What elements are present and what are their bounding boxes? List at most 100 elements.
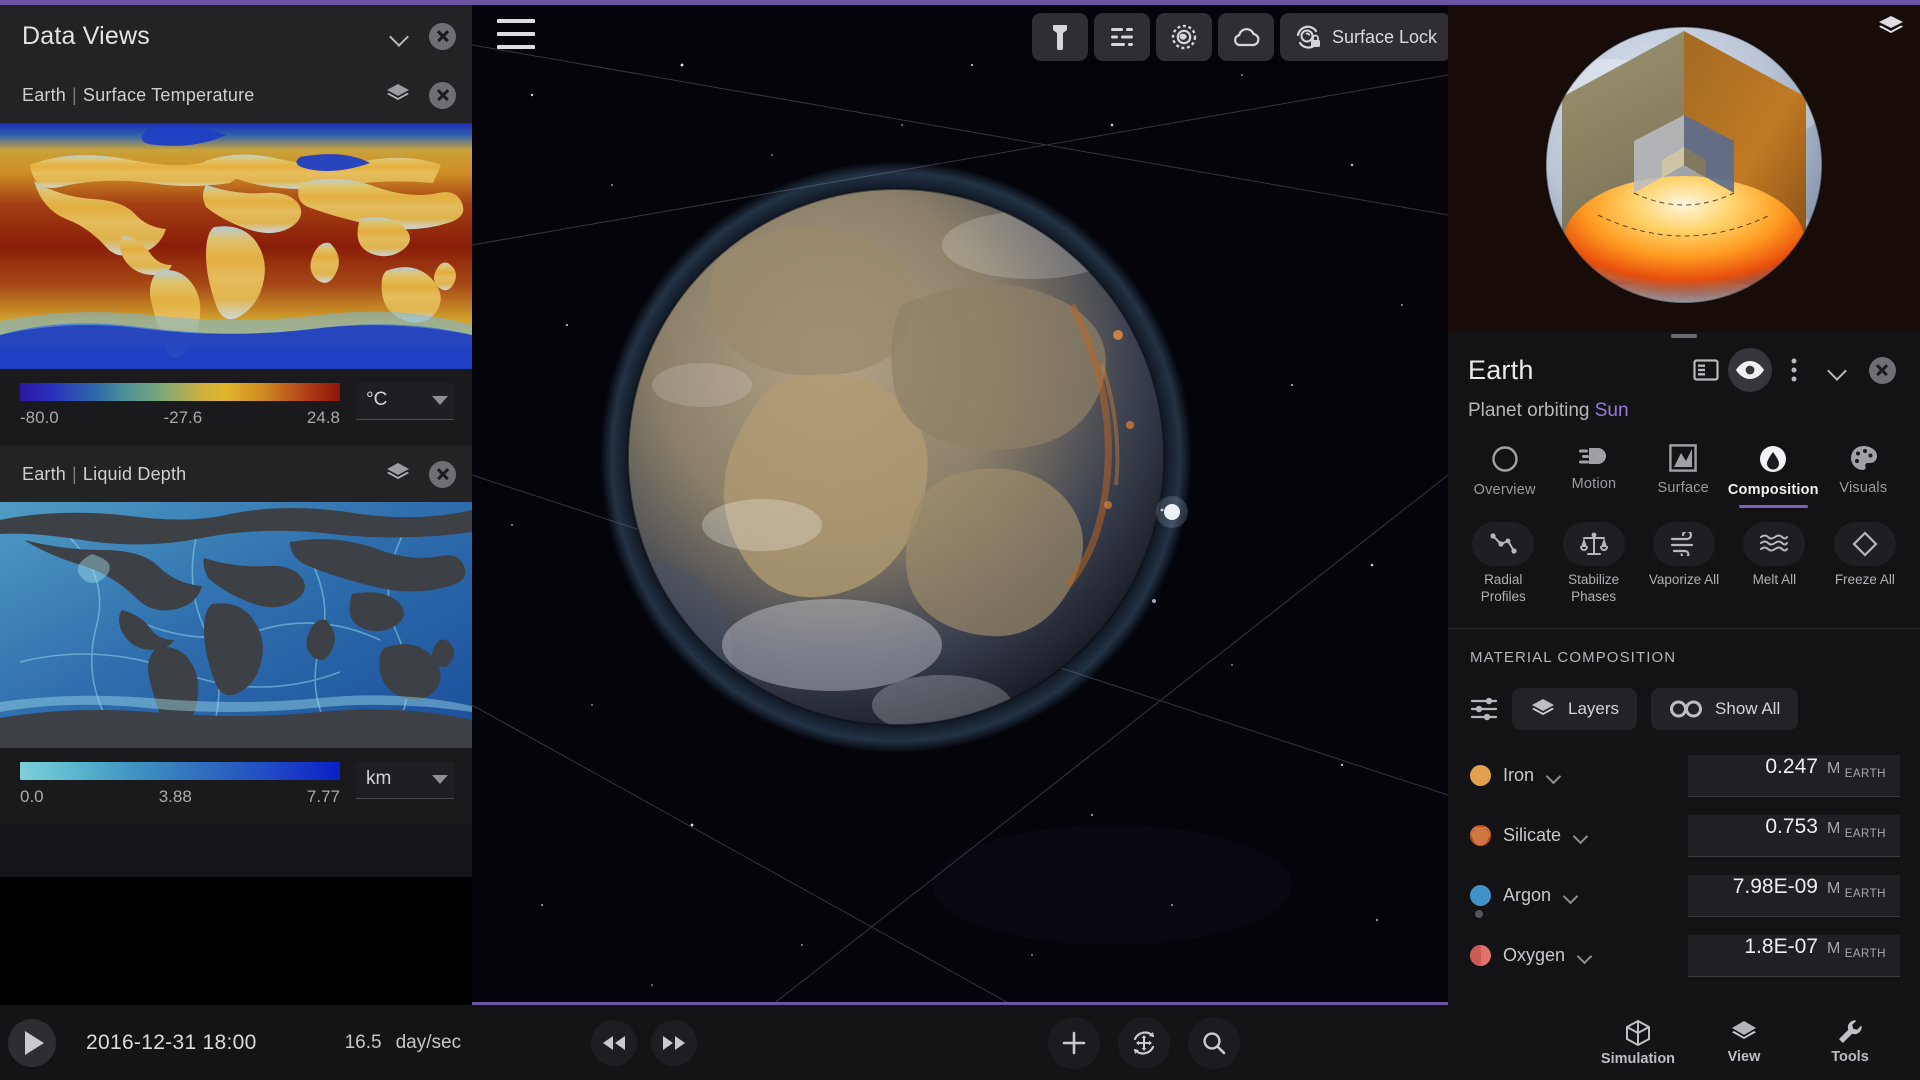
depth-unit-select[interactable]: km <box>356 762 454 799</box>
view-menu-button[interactable]: View <box>1696 1019 1792 1067</box>
layers-icon[interactable] <box>1876 13 1906 43</box>
toolbar-radiation-button[interactable] <box>1156 13 1212 61</box>
surface-icon <box>1669 444 1698 472</box>
tab-label: Composition <box>1727 482 1819 498</box>
material-row: Oxygen 1.8E-07 M EARTH <box>1470 926 1900 986</box>
tab-motion[interactable]: Motion <box>1549 436 1638 508</box>
tab-visuals[interactable]: Visuals <box>1819 436 1908 508</box>
toolbar-flashlight-button[interactable] <box>1032 13 1088 61</box>
inspector-header: Earth <box>1448 332 1920 392</box>
material-list: Iron 0.247 M EARTH Silicate 0.753 M EART… <box>1448 730 1920 986</box>
material-value-field[interactable]: 7.98E-09 M EARTH <box>1688 874 1900 917</box>
tools-menu-button[interactable]: Tools <box>1802 1019 1898 1067</box>
liquid-depth-world-map[interactable] <box>0 502 472 748</box>
material-value-field[interactable]: 1.8E-07 M EARTH <box>1688 934 1900 977</box>
action-radial-profiles[interactable]: Radial Profiles <box>1458 522 1548 606</box>
close-data-view-close-icon[interactable] <box>429 81 456 109</box>
orbit-move-button[interactable] <box>1117 1016 1170 1069</box>
parent-body-link[interactable]: Sun <box>1595 400 1629 421</box>
fast-forward-button[interactable] <box>651 1019 698 1066</box>
rewind-button[interactable] <box>591 1019 638 1066</box>
scale-max-label: 24.8 <box>306 408 340 427</box>
simulation-datetime[interactable]: 2016-12-31 18:00 <box>86 1031 257 1055</box>
more-options-button[interactable] <box>1772 348 1816 392</box>
material-row: Iron 0.247 M EARTH <box>1470 746 1900 806</box>
layers-icon <box>1731 1020 1756 1039</box>
waves-icon <box>1760 534 1789 552</box>
material-identity: Oxygen <box>1470 945 1688 967</box>
scale-mid-label: -27.6 <box>163 408 203 427</box>
tab-label: Visuals <box>1839 480 1888 496</box>
play-button[interactable] <box>8 1018 56 1067</box>
menu-button[interactable] <box>497 19 535 49</box>
layers-icon[interactable] <box>385 461 411 487</box>
add-object-button[interactable] <box>1047 1016 1100 1069</box>
tab-label: Overview <box>1473 482 1536 498</box>
material-identity: Iron <box>1470 765 1688 787</box>
data-view-metric: Surface Temperature <box>82 84 255 105</box>
page-title: Earth <box>1468 354 1534 385</box>
button-label: Tools <box>1831 1048 1869 1065</box>
action-icon-wrap <box>1743 522 1806 566</box>
layers-icon <box>1532 698 1554 715</box>
search-button[interactable] <box>1187 1016 1240 1069</box>
info-panel-icon <box>1693 359 1719 381</box>
rings-detail <box>1470 827 1491 846</box>
action-label: Stabilize Phases <box>1568 572 1620 604</box>
material-value-field[interactable]: 0.753 M EARTH <box>1688 814 1900 857</box>
toolbar-cloud-button[interactable] <box>1218 13 1274 61</box>
material-row: Argon 7.98E-09 M EARTH <box>1470 866 1900 926</box>
object-subtitle: Planet orbiting Sun <box>1448 392 1920 422</box>
action-freeze-all[interactable]: Freeze All <box>1820 522 1910 606</box>
data-view-body: Earth <box>22 84 67 105</box>
layers-icon[interactable] <box>385 82 411 108</box>
visibility-toggle-button[interactable] <box>1728 348 1772 392</box>
show-all-button[interactable]: Show All <box>1651 687 1799 730</box>
scale-max-label: 7.77 <box>306 787 340 806</box>
material-value-field[interactable]: 0.247 M EARTH <box>1688 754 1900 797</box>
tab-composition[interactable]: Composition <box>1728 436 1819 508</box>
toolbar-surface-lock-button[interactable]: Surface Lock <box>1280 13 1448 61</box>
application-root: Surface Lock Data Views Earth | Surface Te… <box>0 0 1920 1080</box>
action-melt-all[interactable]: Melt All <box>1729 522 1819 606</box>
material-chevron-down-icon[interactable] <box>1573 828 1589 844</box>
material-tools-row: Layers Show All <box>1448 666 1920 730</box>
material-chevron-down-icon[interactable] <box>1577 948 1593 964</box>
tab-overview[interactable]: Overview <box>1460 436 1549 508</box>
flashlight-icon <box>1053 25 1067 50</box>
sliders-icon[interactable] <box>1470 696 1498 722</box>
material-chevron-down-icon[interactable] <box>1546 768 1562 784</box>
play-icon <box>25 1030 44 1055</box>
material-chevron-down-icon[interactable] <box>1563 888 1579 904</box>
time-rate-value[interactable]: 16.5 <box>345 1032 382 1054</box>
rewind-icon <box>603 1035 626 1050</box>
planet-cutaway-preview[interactable] <box>1448 5 1920 332</box>
split-half <box>1470 945 1481 967</box>
infinity-icon <box>1670 700 1703 718</box>
inspector-body: Earth Planet orbiting Sun Overview Motio… <box>1448 332 1920 986</box>
info-panel-button[interactable] <box>1684 348 1728 392</box>
close-panel-close-icon[interactable] <box>429 22 456 50</box>
close-inspector-button[interactable] <box>1860 348 1904 392</box>
collapse-panel-chevron-down-icon[interactable] <box>389 25 411 47</box>
surface-temperature-world-map[interactable] <box>0 123 472 369</box>
action-vaporize-all[interactable]: Vaporize All <box>1639 522 1729 606</box>
action-stabilize-phases[interactable]: Stabilize Phases <box>1548 522 1638 606</box>
hamburger-menu-icon <box>497 45 535 49</box>
radiation-sun-icon <box>1171 24 1197 50</box>
collapse-inspector-button[interactable] <box>1816 348 1860 392</box>
panel-drag-handle[interactable] <box>1671 334 1697 338</box>
close-icon <box>1868 356 1896 384</box>
search-icon <box>1202 1031 1225 1054</box>
action-label: Freeze All <box>1834 572 1895 587</box>
toolbar-wind-button[interactable] <box>1094 13 1150 61</box>
3d-viewport[interactable]: Surface Lock <box>472 5 1448 1005</box>
tab-surface[interactable]: Surface <box>1639 436 1728 508</box>
split-circle-icon <box>1470 945 1491 967</box>
temperature-scale-row: -80.0 -27.6 24.8 °C <box>0 369 472 446</box>
layers-button[interactable]: Layers <box>1512 687 1638 730</box>
simulation-menu-button[interactable]: Simulation <box>1590 1019 1686 1067</box>
time-rate-unit[interactable]: day/sec <box>396 1032 461 1054</box>
close-data-view-close-icon[interactable] <box>429 460 456 488</box>
temperature-unit-select[interactable]: °C <box>356 383 454 420</box>
